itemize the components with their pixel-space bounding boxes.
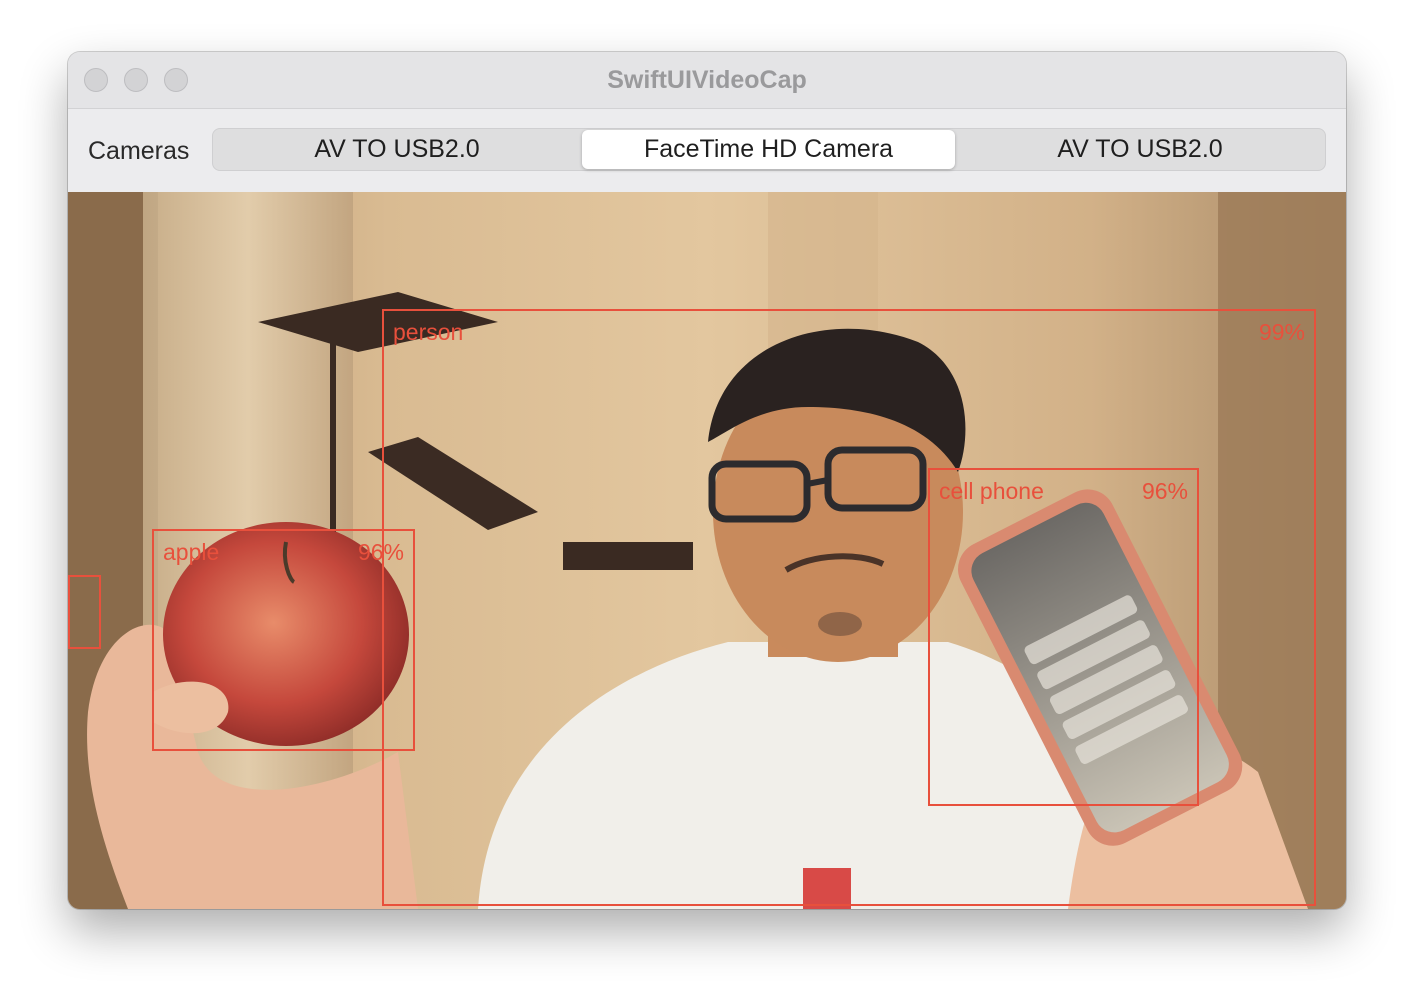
camera-picker[interactable]: AV TO USB2.0 FaceTime HD Camera AV TO US… <box>212 128 1326 171</box>
detection-confidence: 99% <box>1258 319 1305 345</box>
camera-segment-av-usb-1[interactable]: AV TO USB2.0 <box>213 129 581 170</box>
detection-confidence: 96% <box>1141 478 1188 504</box>
detection-label: cell phone <box>939 478 1044 504</box>
detection-confidence: 96% <box>357 539 404 565</box>
detection-box-apple: apple 96% <box>152 529 415 751</box>
detection-label: person <box>393 319 464 345</box>
video-preview: person 99% cell phone 96% apple 96% <box>68 192 1346 909</box>
camera-segment-av-usb-2[interactable]: AV TO USB2.0 <box>955 129 1325 170</box>
title-bar[interactable]: SwiftUIVideoCap <box>68 52 1346 109</box>
detection-box-cell-phone: cell phone 96% <box>928 468 1199 806</box>
app-window: SwiftUIVideoCap Cameras AV TO USB2.0 Fac… <box>68 52 1346 909</box>
detection-label: apple <box>163 539 220 565</box>
camera-toolbar: Cameras AV TO USB2.0 FaceTime HD Camera … <box>68 109 1346 192</box>
camera-segment-facetime[interactable]: FaceTime HD Camera <box>582 130 955 169</box>
window-title: SwiftUIVideoCap <box>607 66 807 94</box>
detection-box-unlabeled <box>68 575 101 649</box>
cameras-label: Cameras <box>88 137 190 165</box>
